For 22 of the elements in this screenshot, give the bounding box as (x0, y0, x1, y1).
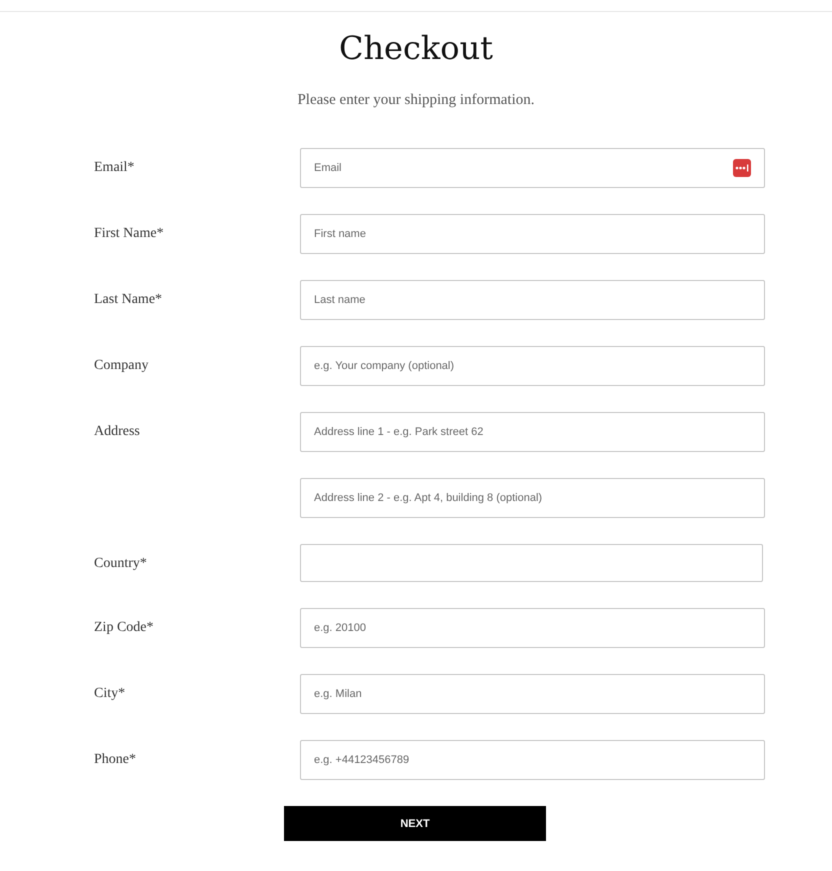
field-label: Company (94, 358, 148, 373)
field-label: Email* (94, 160, 134, 175)
field-label: Address (94, 424, 140, 439)
input-field[interactable]: e.g. Milan (300, 674, 765, 714)
input-field[interactable]: e.g. Your company (optional) (300, 346, 765, 386)
page-title: Checkout (338, 28, 494, 68)
password-manager-icon[interactable] (733, 159, 751, 177)
field-label: First Name* (94, 226, 164, 241)
input-field[interactable]: Address line 2 - e.g. Apt 4, building 8 (optional) (300, 478, 765, 518)
input-field[interactable]: e.g. +44123456789 (300, 740, 765, 780)
page-subtitle: Please enter your shipping information. (296, 91, 536, 110)
field-label: City* (94, 686, 126, 701)
field-label: Country* (94, 556, 147, 571)
input-field[interactable]: Email (300, 148, 765, 188)
field-label: Last Name* (94, 292, 162, 307)
input-field[interactable]: e.g. 20100 (300, 608, 765, 648)
input-field[interactable]: First name (300, 214, 765, 254)
input-field[interactable]: Last name (300, 280, 765, 320)
next-button[interactable]: NEXT (284, 806, 546, 841)
input-field[interactable]: Address line 1 - e.g. Park street 62 (300, 412, 765, 452)
field-label: Phone* (94, 752, 136, 767)
field-label: Zip Code* (94, 620, 154, 635)
